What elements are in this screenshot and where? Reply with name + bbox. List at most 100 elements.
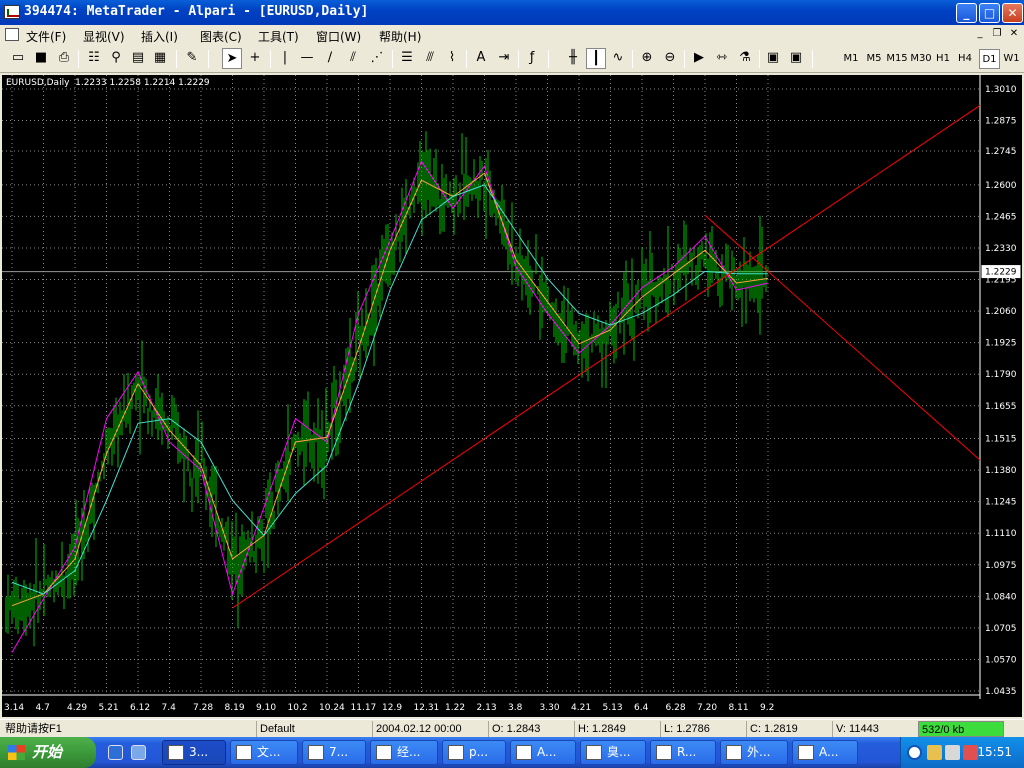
- bar-chart-icon[interactable]: ╫: [563, 48, 583, 69]
- taskbar-item[interactable]: A...: [792, 740, 858, 765]
- maximize-button[interactable]: □: [979, 3, 1000, 23]
- date-tick-label: 3.30: [540, 703, 560, 713]
- mdi-minimize-icon[interactable]: _: [973, 28, 987, 41]
- taskbar-item[interactable]: p...: [442, 740, 506, 765]
- tray-app-icon[interactable]: [927, 745, 942, 760]
- line-chart-icon[interactable]: ∿: [608, 48, 628, 69]
- taskbar-item[interactable]: R...: [650, 740, 716, 765]
- channel-icon[interactable]: ⫽: [343, 48, 363, 69]
- timeframe-m1[interactable]: M1: [840, 49, 862, 69]
- price-tick-label: 1.0435: [985, 687, 1017, 697]
- menu-tools[interactable]: 工具(T): [258, 28, 299, 45]
- data-window-icon[interactable]: ⚲: [106, 48, 126, 69]
- symbol-info: EURUSD,Daily 1.2233 1.2258 1.2214 1.2229: [6, 78, 210, 88]
- timeframe-w1[interactable]: W1: [1001, 49, 1022, 69]
- timeframe-d1[interactable]: D1: [979, 49, 1000, 69]
- close-button[interactable]: ✕: [1002, 3, 1023, 23]
- date-tick-label: 10.24: [319, 703, 345, 713]
- title-bar[interactable]: 394474: MetaTrader - Alpari - [EURUSD,Da…: [0, 0, 1024, 25]
- quicklaunch-icon[interactable]: [131, 745, 146, 760]
- navigator-icon[interactable]: ▤: [128, 48, 148, 69]
- expert-advisor-icon[interactable]: ✎: [182, 48, 202, 69]
- date-tick-label: 6.4: [634, 703, 649, 713]
- vertical-line-icon[interactable]: |: [275, 48, 295, 69]
- price-tick-label: 1.2060: [985, 307, 1017, 317]
- taskbar-item[interactable]: 臭...: [580, 740, 646, 765]
- date-tick-label: 12.31: [414, 703, 440, 713]
- status-profile[interactable]: Default: [256, 721, 372, 737]
- date-tick-label: 9.2: [760, 703, 774, 713]
- fibonacci-icon[interactable]: ☰: [397, 48, 417, 69]
- timeframe-h1[interactable]: H1: [933, 49, 953, 69]
- chart-shift-icon[interactable]: ⇿: [712, 48, 732, 69]
- ie-icon[interactable]: [108, 745, 123, 760]
- menu-window[interactable]: 窗口(W): [316, 28, 361, 45]
- minimize-button[interactable]: _: [956, 3, 977, 23]
- trendline-icon[interactable]: ∕: [320, 48, 340, 69]
- timeframe-m5[interactable]: M5: [863, 49, 885, 69]
- menu-file[interactable]: 文件(F): [26, 28, 66, 45]
- cursor-icon[interactable]: ➤: [222, 48, 242, 69]
- auto-scroll-icon[interactable]: ▶: [689, 48, 709, 69]
- taskbar-item[interactable]: 3...: [162, 740, 226, 765]
- metatrader-app-icon[interactable]: [4, 5, 20, 19]
- menu-insert[interactable]: 插入(I): [141, 28, 178, 45]
- candlestick-icon[interactable]: ┃: [586, 48, 606, 69]
- save-icon[interactable]: ■: [31, 48, 51, 69]
- chart-canvas[interactable]: 1.30101.28751.27451.26001.24651.23301.21…: [2, 75, 1022, 717]
- taskbar-item[interactable]: 7...: [302, 740, 366, 765]
- taskbar-item[interactable]: 外...: [720, 740, 788, 765]
- connection-status[interactable]: 532/0 kb: [918, 721, 1004, 737]
- price-tick-label: 1.2600: [985, 181, 1017, 191]
- date-tick-label: 2.13: [477, 703, 497, 713]
- timeframe-m15[interactable]: M15: [885, 49, 909, 69]
- status-low: L: 1.2786: [660, 721, 746, 737]
- fibo-arcs-icon[interactable]: ⌇: [442, 48, 462, 69]
- arrow-icon[interactable]: ⇥: [494, 48, 514, 69]
- text-icon[interactable]: A: [471, 48, 491, 69]
- start-button[interactable]: 开始: [0, 737, 96, 768]
- menu-view[interactable]: 显视(V): [83, 28, 125, 45]
- new-order-icon[interactable]: ▣: [786, 48, 806, 69]
- status-close: C: 1.2819: [746, 721, 832, 737]
- volume-icon[interactable]: [945, 745, 960, 760]
- date-tick-label: 3.8: [508, 703, 523, 713]
- periodicity-icon[interactable]: ⚗: [735, 48, 755, 69]
- window-title: 394474: MetaTrader - Alpari - [EURUSD,Da…: [24, 4, 369, 19]
- taskbar-item[interactable]: 文...: [230, 740, 298, 765]
- mdi-close-icon[interactable]: ✕: [1007, 28, 1021, 41]
- market-watch-icon[interactable]: ☷: [84, 48, 104, 69]
- trendline: [232, 105, 981, 609]
- menu-charts[interactable]: 图表(C): [200, 28, 242, 45]
- tray-expand-icon[interactable]: [907, 745, 922, 760]
- indicators-icon[interactable]: ƒ: [522, 48, 542, 69]
- template-icon[interactable]: ▣: [763, 48, 783, 69]
- app-task-icon: [236, 745, 252, 760]
- taskbar-item[interactable]: 经...: [370, 740, 438, 765]
- taskbar-item[interactable]: A...: [510, 740, 576, 765]
- status-datetime: 2004.02.12 00:00: [372, 721, 488, 737]
- menu-help[interactable]: 帮助(H): [379, 28, 421, 45]
- timeframe-m30[interactable]: M30: [909, 49, 933, 69]
- zoom-in-icon[interactable]: ⊕: [637, 48, 657, 69]
- chart-window-icon[interactable]: [5, 28, 19, 41]
- crosshair-icon[interactable]: +: [245, 48, 265, 69]
- print-icon[interactable]: ⎙: [54, 48, 74, 69]
- security-icon[interactable]: [963, 745, 978, 760]
- date-tick-label: 4.7: [36, 703, 50, 713]
- new-chart-icon[interactable]: ▭: [8, 48, 28, 69]
- terminal-icon[interactable]: ▦: [150, 48, 170, 69]
- people-task-icon: [376, 745, 392, 760]
- horizontal-line-icon[interactable]: —: [297, 48, 317, 69]
- timeframe-h4[interactable]: H4: [955, 49, 975, 69]
- zoom-out-icon[interactable]: ⊖: [660, 48, 680, 69]
- menu-bar: 文件(F) 显视(V) 插入(I) 图表(C) 工具(T) 窗口(W) 帮助(H…: [0, 25, 1024, 45]
- mdi-restore-icon[interactable]: ❐: [990, 28, 1004, 41]
- status-bar: 帮助请按F1 Default 2004.02.12 00:00 O: 1.284…: [0, 719, 1024, 737]
- date-tick-label: 7.20: [697, 703, 717, 713]
- price-tick-label: 1.1515: [985, 435, 1017, 445]
- gann-fan-icon[interactable]: ⋰: [367, 48, 387, 69]
- price-chart[interactable]: 1.3010 1.2875 1.2745 1.2600 1.2465 1.2330 1.21…: [2, 75, 1022, 717]
- date-tick-label: 7.28: [193, 703, 213, 713]
- fibo-fan-icon[interactable]: ⫻: [420, 48, 440, 69]
